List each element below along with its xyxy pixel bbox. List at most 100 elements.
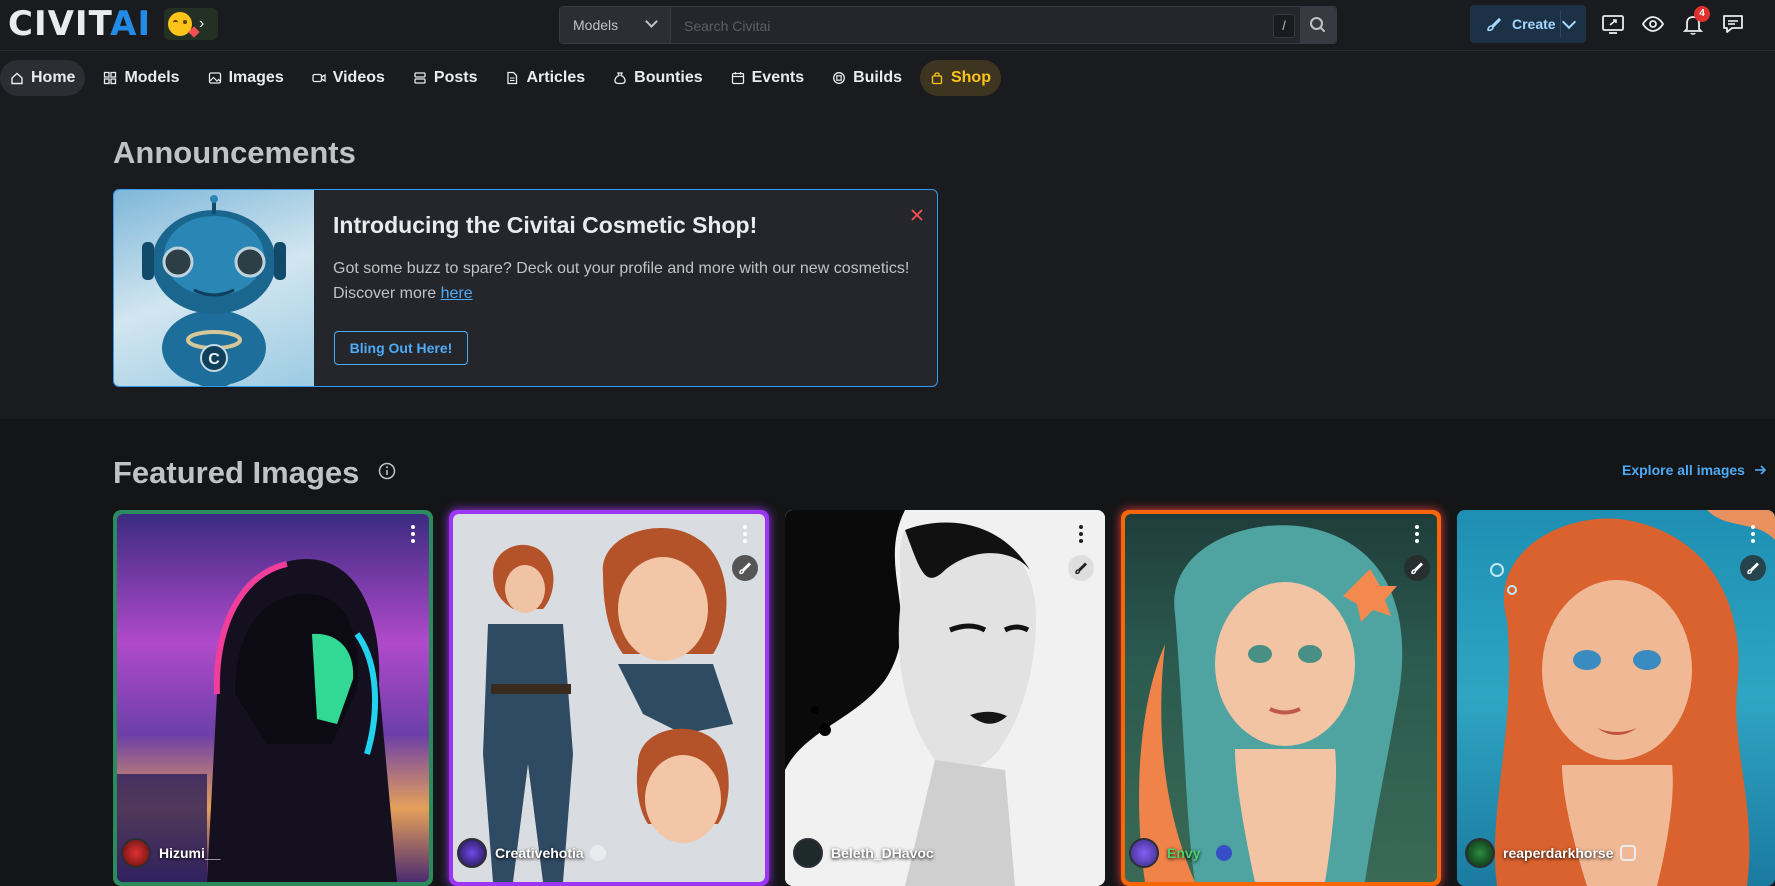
brush-icon <box>1075 562 1088 575</box>
featured-image-card[interactable]: reaperdarkhorse <box>1457 510 1775 886</box>
announcements-title: Announcements <box>113 135 356 170</box>
nav-home[interactable]: Home <box>0 60 86 96</box>
search-button[interactable] <box>1300 7 1336 43</box>
user-badge-icon <box>589 845 606 861</box>
home-icon <box>11 72 23 85</box>
announcement-heading: Introducing the Civitai Cosmetic Shop! <box>333 212 758 238</box>
card-user[interactable]: Envy <box>1129 838 1233 868</box>
avatar <box>457 838 487 868</box>
brush-icon <box>1411 562 1424 575</box>
more-vertical-icon[interactable] <box>1071 522 1091 546</box>
chat-icon[interactable] <box>1720 11 1746 37</box>
calendar-icon <box>731 72 744 85</box>
logo-ai-text: AI <box>110 4 152 44</box>
explore-all-images-link[interactable]: Explore all images <box>1622 462 1767 478</box>
nav-builds[interactable]: Builds <box>822 60 912 96</box>
nav-label: Images <box>228 69 284 86</box>
civitai-logo[interactable]: CIVITAI <box>8 7 151 41</box>
file-text-icon <box>507 71 518 85</box>
nav-label: Events <box>751 69 805 86</box>
username: Envy <box>1167 845 1201 861</box>
layers-icon <box>414 72 426 84</box>
card-user[interactable]: Hizumi__ <box>121 838 220 868</box>
featured-image-card[interactable]: Creativehotia <box>449 510 769 886</box>
avatar <box>793 838 823 868</box>
remix-button[interactable] <box>732 555 758 581</box>
announcement-card: C Introducing the Civitai Cosmetic Shop!… <box>113 189 938 387</box>
nav-events[interactable]: Events <box>721 60 814 96</box>
main-nav: Home Models Images Videos Posts Articles… <box>0 60 1009 98</box>
cpu-icon <box>833 72 846 84</box>
brush-icon <box>1747 562 1760 575</box>
kiss-emoji-icon <box>168 12 200 38</box>
bling-out-button[interactable]: Bling Out Here! <box>334 331 468 365</box>
card-user[interactable]: Beleth_DHavoc <box>793 838 934 868</box>
announcement-body: Got some buzz to spare? Deck out your pr… <box>333 256 923 306</box>
search-bar: Models / <box>559 6 1337 45</box>
more-vertical-icon[interactable] <box>735 522 755 546</box>
featured-images-title: Featured Images <box>113 455 360 490</box>
featured-image <box>1457 510 1775 886</box>
nav-models[interactable]: Models <box>93 60 189 96</box>
nav-videos[interactable]: Videos <box>302 60 395 96</box>
eye-icon[interactable] <box>1640 11 1666 37</box>
featured-image-card[interactable]: Beleth_DHavoc <box>785 510 1105 886</box>
card-user[interactable]: reaperdarkhorse <box>1465 838 1636 868</box>
close-icon[interactable] <box>907 205 927 225</box>
nav-bounties[interactable]: Bounties <box>603 60 712 96</box>
avatar <box>121 838 151 868</box>
remix-button[interactable] <box>1068 555 1094 581</box>
featured-image <box>453 514 765 882</box>
card-user[interactable]: Creativehotia <box>457 838 606 868</box>
chevron-right-icon: › <box>199 15 205 32</box>
nav-articles[interactable]: Articles <box>495 60 595 96</box>
featured-image-card[interactable]: Envy <box>1121 510 1441 886</box>
featured-image <box>1125 514 1437 882</box>
video-icon <box>312 73 326 83</box>
announcement-body-text: Got some buzz to spare? Deck out your pr… <box>333 260 910 302</box>
search-type-label: Models <box>573 17 619 33</box>
nav-label: Builds <box>853 69 902 86</box>
nav-label: Models <box>124 69 180 86</box>
featured-image <box>117 514 429 882</box>
bot-badge-icon <box>1619 845 1636 861</box>
featured-image-card[interactable]: Hizumi__ <box>113 510 433 886</box>
screen-share-icon[interactable] <box>1600 11 1626 37</box>
more-vertical-icon[interactable] <box>1407 522 1427 546</box>
nav-shop[interactable]: Shop <box>919 60 1001 96</box>
chevron-down-icon <box>1561 14 1577 30</box>
create-label: Create <box>1512 16 1556 32</box>
nav-label: Bounties <box>634 69 703 86</box>
svg-text:C: C <box>208 351 220 368</box>
nav-label: Videos <box>332 69 385 86</box>
notification-badge: 4 <box>1694 6 1710 22</box>
info-icon[interactable] <box>378 462 396 480</box>
nav-images[interactable]: Images <box>198 60 294 96</box>
nav-label: Shop <box>950 69 991 86</box>
logo-civit-text: CIVIT <box>8 4 111 44</box>
username: Hizumi__ <box>159 845 221 861</box>
top-bar: CIVITAI › Models / Create 4 <box>0 0 1775 51</box>
nav-label: Home <box>31 69 76 86</box>
search-icon <box>1310 17 1325 32</box>
avatar <box>1129 838 1159 868</box>
brush-icon <box>739 562 752 575</box>
announcement-here-link[interactable]: here <box>441 285 473 302</box>
shield-badge-icon <box>1216 845 1233 861</box>
username: reaperdarkhorse <box>1503 845 1614 861</box>
search-input[interactable] <box>682 7 1286 45</box>
nav-posts[interactable]: Posts <box>403 60 488 96</box>
featured-image <box>785 510 1105 886</box>
shopping-bag-icon <box>931 72 943 85</box>
create-button[interactable]: Create <box>1470 5 1586 43</box>
more-vertical-icon[interactable] <box>403 522 423 546</box>
search-shortcut-hint: / <box>1273 14 1295 38</box>
explore-label: Explore all images <box>1622 462 1745 478</box>
remix-button[interactable] <box>1740 555 1766 581</box>
arrow-right-icon <box>1754 465 1767 475</box>
search-type-select[interactable]: Models <box>560 7 671 43</box>
more-vertical-icon[interactable] <box>1743 522 1763 546</box>
user-emoji-menu[interactable]: › <box>164 8 218 40</box>
nav-label: Posts <box>433 69 478 86</box>
remix-button[interactable] <box>1404 555 1430 581</box>
